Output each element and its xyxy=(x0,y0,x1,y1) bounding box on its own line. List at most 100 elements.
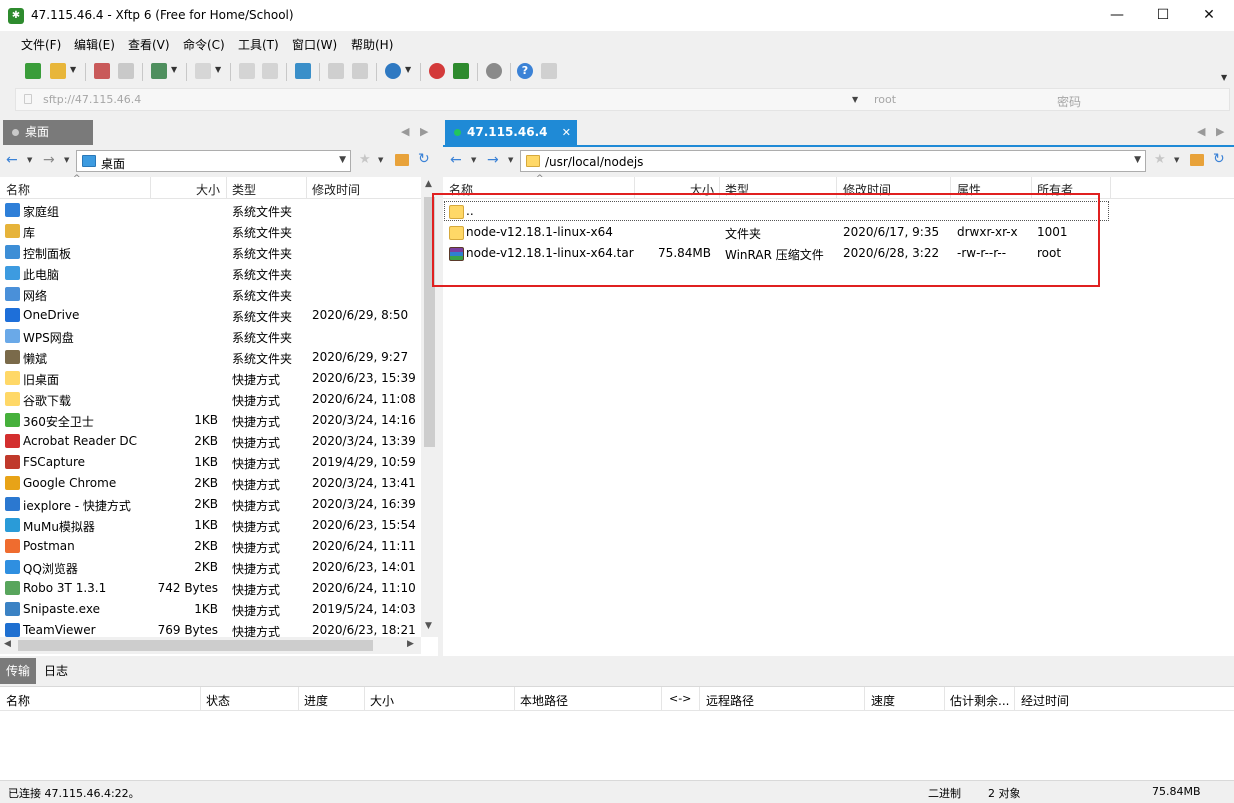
globe-icon[interactable] xyxy=(385,63,401,79)
scroll-up-icon[interactable]: ▲ xyxy=(425,179,432,189)
forward-arrow-icon[interactable]: → xyxy=(487,152,499,168)
tab-next-icon[interactable]: ▶ xyxy=(1216,125,1224,138)
scroll-down-icon[interactable]: ▼ xyxy=(425,621,432,631)
chevron-down-icon[interactable]: ▼ xyxy=(339,155,346,165)
local-path-input[interactable]: 桌面 ▼ xyxy=(76,150,351,172)
star-icon[interactable]: ★ xyxy=(1154,152,1166,167)
scroll-left-icon[interactable]: ◀ xyxy=(4,639,11,649)
xshell-icon[interactable] xyxy=(429,63,445,79)
chevron-down-icon[interactable]: ▼ xyxy=(215,65,221,74)
list-item[interactable]: WPS网盘 系统文件夹 xyxy=(0,326,421,347)
paste-icon[interactable] xyxy=(262,63,278,79)
chevron-down-icon[interactable]: ▼ xyxy=(508,156,513,164)
remote-path-input[interactable]: /usr/local/nodejs ▼ xyxy=(520,150,1146,172)
menu-file[interactable]: 文件(F) xyxy=(21,36,61,53)
tab-prev-icon[interactable]: ◀ xyxy=(1197,125,1205,138)
download-icon[interactable] xyxy=(352,63,368,79)
col-name[interactable]: 名称 xyxy=(6,692,30,709)
list-item[interactable]: Acrobat Reader DC 2KB 快捷方式 2020/3/24, 13:39 xyxy=(0,431,421,452)
connect-icon[interactable] xyxy=(94,63,110,79)
up-folder-icon[interactable] xyxy=(1190,154,1204,166)
properties-icon[interactable] xyxy=(151,63,167,79)
chevron-down-icon[interactable]: ▼ xyxy=(1174,156,1179,164)
chevron-down-icon[interactable]: ▼ xyxy=(171,65,177,74)
col-eta[interactable]: 估计剩余... xyxy=(950,692,1009,709)
up-folder-icon[interactable] xyxy=(395,154,409,166)
help-icon[interactable]: ? xyxy=(517,63,533,79)
menu-tools[interactable]: 工具(T) xyxy=(238,36,279,53)
copy-icon[interactable] xyxy=(239,63,255,79)
tab-remote-session[interactable]: 47.115.46.4 ✕ xyxy=(445,120,577,145)
menu-window[interactable]: 窗口(W) xyxy=(292,36,337,53)
chevron-down-icon[interactable]: ▼ xyxy=(27,156,32,164)
tab-log[interactable]: 日志 xyxy=(36,658,76,684)
username-input[interactable]: root xyxy=(874,93,896,106)
col-name[interactable]: 名称 xyxy=(6,181,30,198)
list-item[interactable]: 谷歌下载 快捷方式 2020/6/24, 11:08 xyxy=(0,389,421,410)
list-item[interactable]: 此电脑 系统文件夹 xyxy=(0,263,421,284)
open-folder-icon[interactable] xyxy=(50,63,66,79)
refresh-icon[interactable]: ↻ xyxy=(1213,151,1225,167)
list-item[interactable]: 家庭组 系统文件夹 xyxy=(0,200,421,221)
list-item[interactable]: MuMu模拟器 1KB 快捷方式 2020/6/23, 15:54 xyxy=(0,515,421,536)
xftp-icon[interactable] xyxy=(453,63,469,79)
scroll-thumb[interactable] xyxy=(18,640,373,651)
col-progress[interactable]: 进度 xyxy=(304,692,328,709)
list-item[interactable]: Snipaste.exe 1KB 快捷方式 2019/5/24, 14:03 xyxy=(0,599,421,620)
new-session-icon[interactable] xyxy=(25,63,41,79)
list-item[interactable]: 懒斌 系统文件夹 2020/6/29, 9:27 xyxy=(0,347,421,368)
chevron-down-icon[interactable]: ▼ xyxy=(1134,155,1141,165)
col-elapsed[interactable]: 经过时间 xyxy=(1021,692,1069,709)
list-item[interactable]: 网络 系统文件夹 xyxy=(0,284,421,305)
col-speed[interactable]: 速度 xyxy=(871,692,895,709)
list-item[interactable]: 库 系统文件夹 xyxy=(0,221,421,242)
list-item[interactable]: Robo 3T 1.3.1 742 Bytes 快捷方式 2020/6/24, 11:… xyxy=(0,578,421,599)
chevron-down-icon[interactable]: ▼ xyxy=(1221,73,1227,82)
list-item[interactable]: Google Chrome 2KB 快捷方式 2020/3/24, 13:41 xyxy=(0,473,421,494)
list-item[interactable]: OneDrive 系统文件夹 2020/6/29, 8:50 xyxy=(0,305,421,326)
list-item[interactable]: iexplore - 快捷方式 2KB 快捷方式 2020/3/24, 16:39 xyxy=(0,494,421,515)
menu-help[interactable]: 帮助(H) xyxy=(351,36,393,53)
upload-icon[interactable] xyxy=(328,63,344,79)
gear-icon[interactable] xyxy=(486,63,502,79)
back-arrow-icon[interactable]: ← xyxy=(450,152,462,168)
tab-transfer[interactable]: 传输 xyxy=(0,658,36,684)
col-direction[interactable]: <-> xyxy=(669,692,691,705)
chevron-down-icon[interactable]: ▼ xyxy=(70,65,76,74)
chevron-down-icon[interactable]: ▼ xyxy=(852,95,858,104)
col-size[interactable]: 大小 xyxy=(370,692,394,709)
refresh-icon[interactable]: ↻ xyxy=(418,151,430,167)
menu-edit[interactable]: 编辑(E) xyxy=(74,36,115,53)
menu-view[interactable]: 查看(V) xyxy=(128,36,170,53)
list-item[interactable]: QQ浏览器 2KB 快捷方式 2020/6/23, 14:01 xyxy=(0,557,421,578)
menu-command[interactable]: 命令(C) xyxy=(183,36,225,53)
list-item[interactable]: FSCapture 1KB 快捷方式 2019/4/29, 10:59 xyxy=(0,452,421,473)
terminal-icon[interactable] xyxy=(195,63,211,79)
star-icon[interactable]: ★ xyxy=(359,152,371,167)
col-modified[interactable]: 修改时间 xyxy=(312,181,360,198)
chevron-down-icon[interactable]: ▼ xyxy=(471,156,476,164)
col-size[interactable]: 大小 xyxy=(196,181,220,198)
back-arrow-icon[interactable]: ← xyxy=(6,152,18,168)
list-item[interactable]: Postman 2KB 快捷方式 2020/6/24, 11:11 xyxy=(0,536,421,557)
local-hscrollbar[interactable]: ◀ ▶ xyxy=(0,637,421,654)
col-remote-path[interactable]: 远程路径 xyxy=(706,692,754,709)
col-local-path[interactable]: 本地路径 xyxy=(520,692,568,709)
maximize-button[interactable]: ☐ xyxy=(1140,0,1186,31)
chevron-down-icon[interactable]: ▼ xyxy=(64,156,69,164)
list-item[interactable]: 360安全卫士 1KB 快捷方式 2020/3/24, 14:16 xyxy=(0,410,421,431)
chevron-down-icon[interactable]: ▼ xyxy=(405,65,411,74)
tab-next-icon[interactable]: ▶ xyxy=(420,125,428,138)
transfer-mode[interactable]: 二进制 xyxy=(928,785,961,801)
close-icon[interactable]: ✕ xyxy=(562,120,571,145)
scroll-right-icon[interactable]: ▶ xyxy=(407,639,414,649)
col-type[interactable]: 类型 xyxy=(232,181,256,198)
host-input[interactable]: sftp://47.115.46.4 xyxy=(43,93,141,106)
chevron-down-icon[interactable]: ▼ xyxy=(378,156,383,164)
sync-icon[interactable] xyxy=(295,63,311,79)
list-item[interactable]: 控制面板 系统文件夹 xyxy=(0,242,421,263)
col-status[interactable]: 状态 xyxy=(206,692,230,709)
chat-icon[interactable] xyxy=(541,63,557,79)
minimize-button[interactable]: — xyxy=(1094,0,1140,31)
password-input[interactable]: 密码 xyxy=(1057,93,1081,110)
